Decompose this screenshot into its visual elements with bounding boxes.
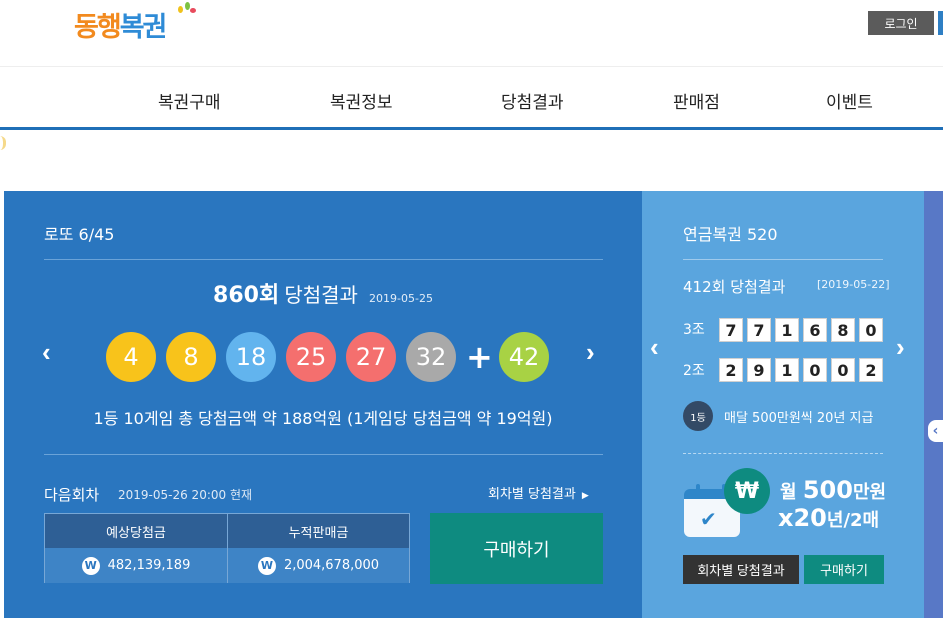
promo-text: 만원 (852, 482, 887, 503)
pension-digit: 0 (803, 358, 827, 382)
pension-prev-arrow-icon[interactable]: ‹ (650, 332, 659, 363)
pension-panel: 연금복권 520 412회 당첨결과 [2019-05-22] ‹ 3조 7 7… (642, 191, 924, 618)
number-ball: 25 (286, 332, 336, 382)
draw-round: 860회 (213, 283, 280, 308)
nav-underline (0, 127, 943, 130)
expected-prize-header: 예상당첨금 (45, 514, 227, 548)
pension-digit: 0 (831, 358, 855, 382)
lotto-buy-button[interactable]: 구매하기 (430, 513, 603, 584)
expected-prize-cell: W 482,139,189 (45, 548, 227, 583)
pension-note: 매달 500만원씩 20년 지급 (724, 411, 874, 426)
number-ball: 27 (346, 332, 396, 382)
total-sales-cell: W 2,004,678,000 (228, 548, 409, 583)
pension-promo-line2: x20년/2매 (778, 504, 879, 532)
logo-text: 동행복권 (74, 5, 168, 44)
total-sales-header: 누적판매금 (228, 514, 409, 548)
pension-round: 412회 당첨결과 (683, 278, 786, 296)
number-ball: 18 (226, 332, 276, 382)
check-icon: ✔ (700, 507, 717, 531)
site-logo[interactable]: 동행복권 (74, 2, 196, 46)
pension-row-label: 2조 (683, 363, 705, 379)
site-header: 동행복권 로그인 (0, 0, 943, 67)
pension-digit: 7 (747, 318, 771, 342)
pension-next-arrow-icon[interactable]: › (896, 332, 905, 363)
stats-table: 예상당첨금 누적판매금 W 482,139,189 W 2,004,678,00… (44, 513, 410, 583)
won-icon: W (81, 556, 100, 575)
pension-digit: 9 (747, 358, 771, 382)
nav-item-events[interactable]: 이벤트 (826, 88, 873, 113)
next-panel-edge (924, 191, 943, 618)
won-circle-icon: ₩ (724, 468, 770, 514)
nav-item-info[interactable]: 복권정보 (330, 88, 393, 113)
divider (227, 514, 228, 583)
pension-row-label: 3조 (683, 322, 705, 338)
pension-date: [2019-05-22] (817, 278, 890, 291)
pension-digit: 6 (803, 318, 827, 342)
divider (44, 259, 603, 260)
draw-heading: 860회 당첨결과 2019-05-25 (4, 277, 642, 309)
promo-text: 년/2매 (826, 510, 880, 531)
pension-digit: 8 (831, 318, 855, 342)
decorative-mark (0, 136, 6, 150)
promo-amount: 500 (802, 476, 853, 504)
triangle-right-icon: ▶ (581, 491, 589, 501)
divider (44, 454, 603, 455)
lotto-prev-arrow-icon[interactable]: ‹ (42, 337, 51, 368)
prize-summary: 1등 10게임 총 당첨금액 약 188억원 (1게임당 당첨금액 약 19억원… (93, 409, 553, 428)
logo-text-blue: 복권 (119, 11, 168, 43)
lotto-next-arrow-icon[interactable]: › (586, 337, 595, 368)
pension-digit: 2 (719, 358, 743, 382)
pension-digit: 7 (719, 318, 743, 342)
round-result-link-label: 회차별 당첨결과 (488, 487, 576, 502)
pension-buy-button[interactable]: 구매하기 (804, 555, 884, 584)
main-nav: 복권구매 복권정보 당첨결과 판매점 이벤트 (0, 68, 943, 128)
number-ball: 32 (406, 332, 456, 382)
won-icon: W (257, 556, 276, 575)
dashed-divider (683, 453, 883, 454)
divider (683, 259, 883, 260)
pension-digit: 2 (859, 358, 883, 382)
nav-item-stores[interactable]: 판매점 (673, 88, 720, 113)
pension-title: 연금복권 520 (683, 225, 778, 244)
next-round-date: 2019-05-26 20:00 현재 (118, 488, 253, 502)
promo-multiplier: x20 (778, 504, 827, 532)
page: 동행복권 로그인 복권구매 복권정보 당첨결과 판매점 이벤트 로또 6/45 … (0, 0, 943, 631)
header-edge-button[interactable] (938, 11, 943, 35)
logo-sparkle-icon (170, 2, 200, 22)
nav-item-results[interactable]: 당첨결과 (501, 88, 564, 113)
pension-round-result-button[interactable]: 회차별 당첨결과 (683, 555, 799, 584)
login-button[interactable]: 로그인 (868, 11, 934, 35)
pension-digit: 1 (775, 358, 799, 382)
pension-digit: 0 (859, 318, 883, 342)
bonus-ball: 42 (499, 332, 549, 382)
first-prize-badge: 1등 (683, 401, 713, 431)
number-ball: 4 (106, 332, 156, 382)
pension-digit: 1 (775, 318, 799, 342)
draw-result-label: 당첨결과 (284, 283, 358, 307)
round-result-link[interactable]: 회차별 당첨결과 ▶ (488, 483, 589, 502)
total-sales-value: 2,004,678,000 (283, 558, 380, 573)
lotto-panel: 로또 6/45 860회 당첨결과 2019-05-25 ‹ 4 8 18 25… (4, 191, 642, 618)
plus-icon: + (466, 338, 493, 376)
promo-text: 월 (780, 482, 797, 503)
nav-item-buy[interactable]: 복권구매 (158, 88, 221, 113)
edge-arrow-icon[interactable]: ‹ (928, 420, 943, 442)
logo-text-orange: 동행 (74, 11, 122, 43)
number-ball: 8 (166, 332, 216, 382)
next-round-label: 다음회차 (44, 486, 100, 504)
draw-date: 2019-05-25 (369, 292, 433, 305)
lotto-title: 로또 6/45 (44, 225, 115, 244)
expected-prize-value: 482,139,189 (107, 558, 191, 573)
pension-promo-line1: 월 500만원 (780, 476, 886, 504)
